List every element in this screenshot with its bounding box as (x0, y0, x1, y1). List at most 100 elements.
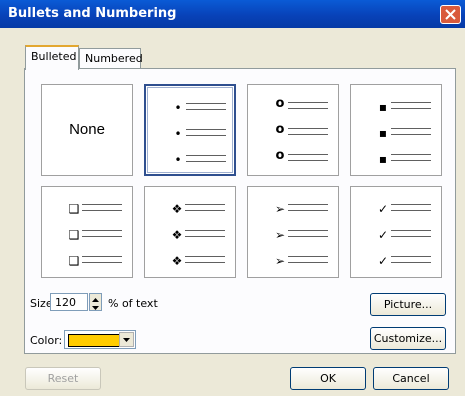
bullet-preview-row: ➢ (248, 252, 338, 274)
bullet-option-filled-dot[interactable]: • • • (144, 84, 236, 176)
bullet-preview-row: ❖ (145, 200, 235, 222)
hollow-square-icon: ❑ (68, 228, 80, 242)
four-diamond-icon: ❖ (171, 254, 183, 268)
text-line (185, 204, 225, 205)
tab-bulleted[interactable]: Bulleted (25, 45, 79, 70)
bullet-option-filled-square[interactable]: ▪ ▪ ▪ (350, 84, 442, 176)
text-line (82, 230, 122, 231)
text-line (288, 204, 328, 205)
bullet-preview-row: ➢ (248, 200, 338, 222)
filled-square-icon: ▪ (378, 126, 388, 140)
none-label: None (69, 121, 105, 138)
text-line (288, 128, 328, 129)
bullet-preview-row: ❖ (145, 226, 235, 248)
text-line (185, 230, 225, 231)
bullet-preview-row: o (248, 122, 338, 146)
spin-up-icon[interactable] (90, 294, 101, 302)
text-line (185, 256, 225, 257)
filled-dot-icon: • (174, 101, 182, 115)
text-line (288, 236, 328, 237)
size-spinner[interactable] (89, 293, 102, 311)
text-line (391, 230, 431, 231)
picture-button[interactable]: Picture... (370, 293, 446, 316)
bullet-preview-row: ▪ (351, 98, 441, 120)
text-line (288, 262, 328, 263)
bullet-preview-row: ❖ (145, 252, 235, 274)
text-line (391, 256, 431, 257)
text-line (288, 230, 328, 231)
text-line (391, 134, 431, 135)
spin-down-icon[interactable] (90, 302, 101, 310)
text-line (288, 134, 328, 135)
text-line (391, 236, 431, 237)
four-diamond-icon: ❖ (171, 202, 183, 216)
bullet-preview-row: ❑ (42, 200, 132, 222)
text-line (186, 135, 226, 136)
text-line (186, 109, 226, 110)
text-line (82, 204, 122, 205)
bullet-option-hollow-square[interactable]: ❑ ❑ ❑ (41, 186, 133, 278)
title-bar: Bullets and Numbering (0, 0, 465, 28)
bullet-option-checkmark[interactable]: ✓ ✓ ✓ (350, 186, 442, 278)
ok-button[interactable]: OK (290, 367, 366, 390)
text-line (391, 102, 431, 103)
bullet-preview-row: • (146, 99, 234, 121)
customize-button[interactable]: Customize... (370, 327, 446, 350)
color-picker[interactable] (64, 330, 136, 349)
text-line (391, 210, 431, 211)
bullet-preview-row: o (248, 96, 338, 120)
filled-square-icon: ▪ (378, 152, 388, 166)
checkmark-icon: ✓ (377, 254, 389, 268)
bullet-option-hollow-circle[interactable]: ooo (247, 84, 339, 176)
bullet-option-arrowhead[interactable]: ➢ ➢ ➢ (247, 186, 339, 278)
bullet-preview-row: ✓ (351, 226, 441, 248)
text-line (391, 128, 431, 129)
text-line (391, 154, 431, 155)
text-line (82, 236, 122, 237)
arrowhead-icon: ➢ (274, 228, 286, 242)
bullet-preview-row: • (146, 151, 234, 173)
hollow-circle-icon: o (275, 148, 285, 163)
cancel-button[interactable]: Cancel (373, 367, 449, 390)
filled-dot-icon: • (174, 127, 182, 141)
four-diamond-icon: ❖ (171, 228, 183, 242)
text-line (391, 160, 431, 161)
text-line (82, 262, 122, 263)
hollow-circle-icon: o (275, 96, 285, 111)
text-line (82, 210, 122, 211)
bullet-preview-row: ❑ (42, 252, 132, 274)
color-label: Color: (30, 334, 63, 347)
close-icon (445, 9, 456, 20)
color-dropdown-button[interactable] (119, 332, 134, 347)
window-title: Bullets and Numbering (8, 6, 177, 21)
close-button[interactable] (440, 5, 461, 24)
hollow-square-icon: ❑ (68, 254, 80, 268)
chevron-down-icon (123, 338, 130, 342)
bullet-preview-row: o (248, 148, 338, 172)
size-input[interactable]: 120 (50, 293, 88, 311)
color-swatch (68, 334, 120, 347)
bullet-preview-row: ➢ (248, 226, 338, 248)
bullet-preview-row: ❑ (42, 226, 132, 248)
tab-numbered[interactable]: Numbered (79, 48, 143, 69)
text-line (82, 256, 122, 257)
text-line (186, 161, 226, 162)
text-line (391, 262, 431, 263)
arrowhead-icon: ➢ (274, 254, 286, 268)
checkmark-icon: ✓ (377, 228, 389, 242)
bullet-option-four-diamond[interactable]: ❖ ❖ ❖ (144, 186, 236, 278)
reset-button[interactable]: Reset (25, 367, 101, 390)
bullet-preview-row: ✓ (351, 252, 441, 274)
checkmark-icon: ✓ (377, 202, 389, 216)
hollow-circle-icon: o (275, 122, 285, 137)
text-line (288, 154, 328, 155)
text-line (288, 256, 328, 257)
size-suffix: % of text (108, 297, 158, 310)
text-line (288, 102, 328, 103)
bullet-option-none[interactable]: None (41, 84, 133, 176)
filled-square-icon: ▪ (378, 100, 388, 114)
text-line (185, 210, 225, 211)
bullet-preview-row: • (146, 125, 234, 147)
text-line (186, 155, 226, 156)
arrowhead-icon: ➢ (274, 202, 286, 216)
